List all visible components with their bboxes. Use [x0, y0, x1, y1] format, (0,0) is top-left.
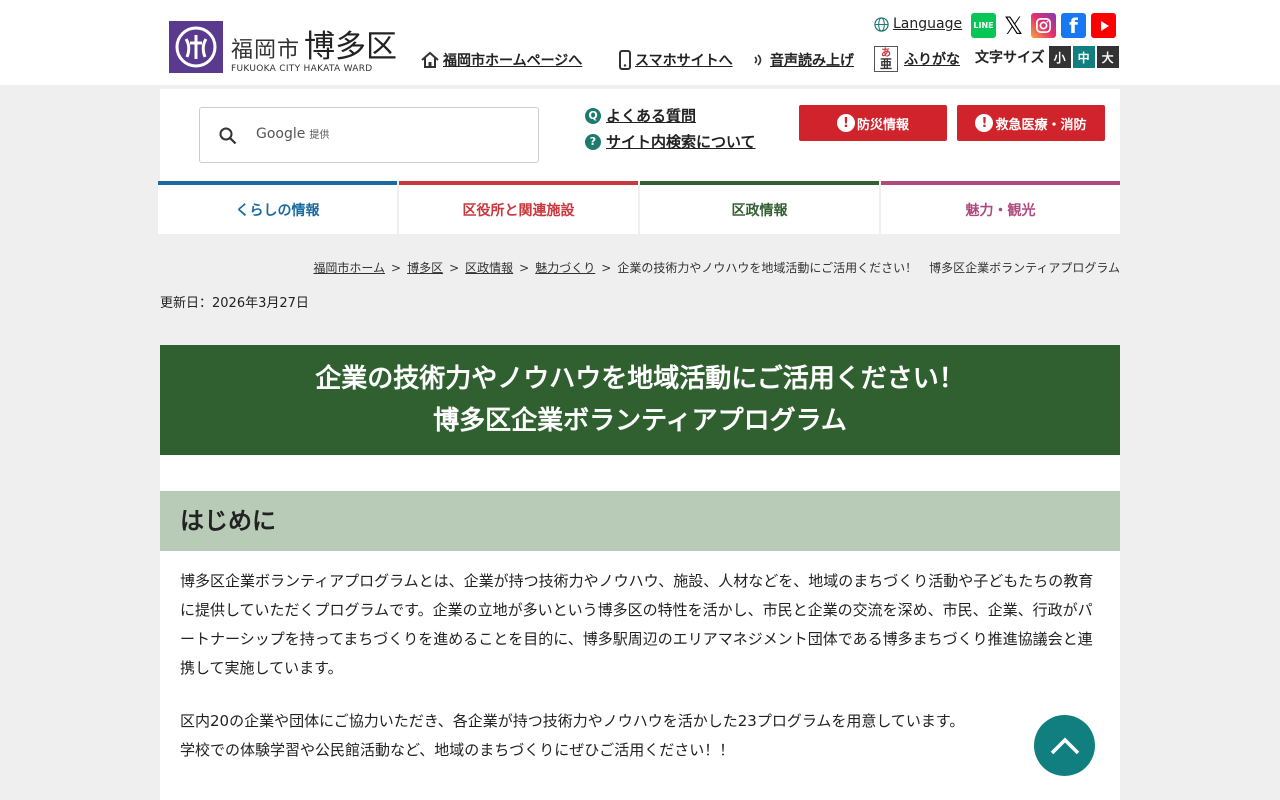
updated-date: 更新日：2026年3月27日 — [160, 296, 309, 311]
breadcrumb-current: 企業の技術力やノウハウを地域活動にご活用ください！ 博多区企業ボランティアプログ… — [617, 261, 1120, 275]
ward-emblem-icon — [169, 21, 223, 73]
line-icon[interactable]: LINE — [971, 13, 996, 38]
breadcrumb: 福岡市ホーム > 博多区 > 区政情報 > 魅力づくり > 企業の技術力やノウハウを地域活動にご… — [313, 261, 1120, 275]
home-icon — [421, 51, 439, 68]
disaster-info-button[interactable]: ! 防災情報 — [799, 105, 947, 141]
mobile-site-label: スマホサイトへ — [635, 53, 733, 69]
faq-label: よくある質問 — [606, 107, 697, 125]
logo-city-name: 福岡市 — [231, 38, 301, 63]
breadcrumb-link[interactable]: 魅力づくり — [535, 261, 595, 275]
sound-wave-icon — [754, 54, 762, 66]
global-nav: くらしの情報 区役所と関連施設 区政情報 魅力・観光 — [158, 181, 1120, 234]
site-logo[interactable]: 福岡市 博多区 FUKUOKA CITY HAKATA WARD — [169, 21, 397, 74]
about-search-link[interactable]: ? サイト内検索について — [585, 131, 756, 152]
city-home-label: 福岡市ホームページへ — [443, 53, 583, 69]
furigana-label: ふりがな — [904, 52, 960, 68]
program-paragraph: 区内20の企業や団体にご協力いただき、各企業が持つ技術力やノウハウを活かした23… — [180, 707, 1100, 765]
voice-reading-link[interactable]: 音声読み上げ — [752, 50, 854, 70]
search-area: Google 提供 Q よくある質問 ? サイト内検索について ! 防災情報 ! … — [160, 89, 1120, 181]
breadcrumb-link[interactable]: 博多区 — [407, 261, 443, 275]
emergency-medical-button[interactable]: ! 救急医療・消防 — [957, 105, 1105, 141]
language-label: Language — [893, 16, 963, 32]
nav-attractions[interactable]: 魅力・観光 — [881, 181, 1120, 234]
language-link[interactable]: Language — [874, 16, 962, 32]
alert-icon: ! — [836, 114, 855, 132]
program-paragraph-line2: 学校での体験学習や公民館活動など、地域のまちづくりにぜひご活用ください！！ — [180, 741, 735, 759]
search-input[interactable] — [320, 118, 524, 154]
search-icon — [219, 127, 237, 145]
facebook-icon[interactable]: f — [1061, 13, 1086, 38]
intro-paragraph: 博多区企業ボランティアプログラムとは、企業が持つ技術力やノウハウ、施設、人材など… — [180, 572, 1094, 677]
font-size-small-button[interactable]: 小 — [1048, 46, 1071, 68]
city-home-link[interactable]: 福岡市ホームページへ — [421, 50, 582, 70]
search-box[interactable]: Google 提供 — [199, 107, 539, 163]
google-label: Google — [256, 126, 306, 142]
page-title-line1: 企業の技術力やノウハウを地域活動にご活用ください！ — [315, 364, 965, 394]
font-size-large-button[interactable]: 大 — [1096, 46, 1119, 68]
sns-links: LINE 𝕏 f — [971, 12, 1116, 40]
page-title-line2: 博多区企業ボランティアプログラム — [433, 406, 847, 436]
nav-ward-office[interactable]: 区役所と関連施設 — [399, 181, 638, 234]
nav-ward-administration[interactable]: 区政情報 — [640, 181, 879, 234]
page-title: 企業の技術力やノウハウを地域活動にご活用ください！ 博多区企業ボランティアプログ… — [160, 345, 1120, 455]
voice-reading-label: 音声読み上げ — [770, 53, 854, 69]
smartphone-icon — [619, 50, 631, 70]
back-to-top-button[interactable] — [1034, 715, 1095, 776]
breadcrumb-link[interactable]: 区政情報 — [465, 261, 513, 275]
disaster-info-label: 防災情報 — [856, 117, 909, 133]
furigana-link[interactable]: あ亜 ふりがな — [874, 46, 960, 72]
font-size-medium-button[interactable]: 中 — [1072, 46, 1095, 68]
breadcrumb-link[interactable]: 福岡市ホーム — [313, 261, 385, 275]
faq-link[interactable]: Q よくある質問 — [585, 105, 696, 126]
x-icon[interactable]: 𝕏 — [1001, 12, 1026, 40]
logo-ward-name: 博多区 — [304, 29, 398, 65]
globe-icon — [874, 16, 889, 32]
nav-living-info[interactable]: くらしの情報 — [158, 181, 397, 234]
question-icon: ? — [585, 133, 601, 150]
google-branding: Google 提供 — [256, 126, 329, 142]
alert-icon: ! — [975, 114, 994, 132]
faq-icon: Q — [585, 107, 601, 124]
logo-english-name: FUKUOKA CITY HAKATA WARD — [231, 64, 373, 74]
youtube-icon[interactable] — [1091, 13, 1116, 38]
font-size-switcher: 文字サイズ 小 中 大 — [975, 46, 1119, 68]
emergency-medical-label: 救急医療・消防 — [995, 117, 1087, 133]
section-heading: はじめに — [160, 491, 1120, 551]
main-content: はじめに 博多区企業ボランティアプログラムとは、企業が持つ技術力やノウハウ、施設… — [160, 455, 1120, 800]
furigana-icon: あ亜 — [874, 46, 898, 72]
about-search-label: サイト内検索について — [606, 133, 756, 151]
site-header: 福岡市 博多区 FUKUOKA CITY HAKATA WARD Language… — [0, 0, 1280, 85]
font-size-label: 文字サイズ — [975, 50, 1045, 66]
mobile-site-link[interactable]: スマホサイトへ — [619, 50, 733, 70]
chevron-up-icon — [1050, 737, 1079, 754]
instagram-icon[interactable] — [1031, 13, 1056, 38]
program-paragraph-line1: 区内20の企業や団体にご協力いただき、各企業が持つ技術力やノウハウを活かした23… — [180, 712, 965, 730]
